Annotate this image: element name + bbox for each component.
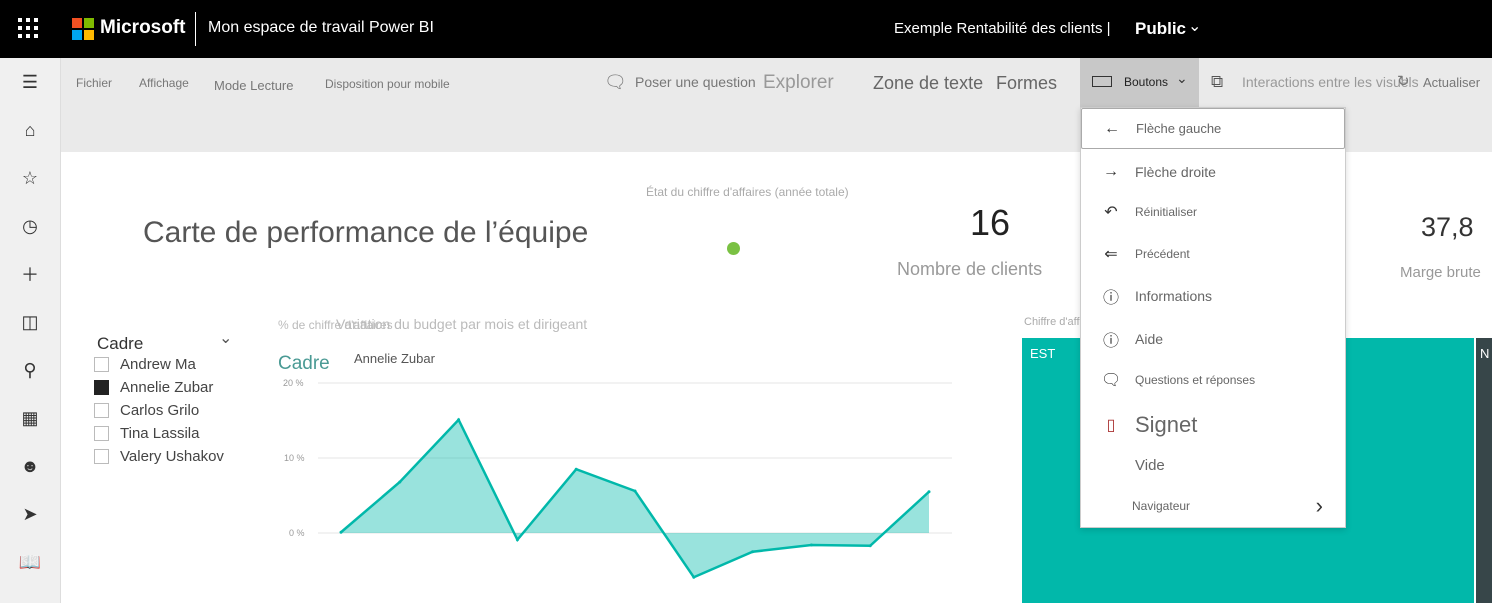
data-point[interactable]	[574, 467, 578, 471]
menu-item-label: Flèche droite	[1135, 164, 1216, 180]
menu-item-label: Précédent	[1135, 247, 1190, 261]
menu-item-back[interactable]: ⇐ Précédent	[1081, 234, 1345, 274]
data-point[interactable]	[339, 530, 343, 534]
data-point[interactable]	[398, 480, 402, 484]
menu-item-reset[interactable]: ↶ Réinitialiser	[1081, 192, 1345, 232]
data-point[interactable]	[927, 490, 931, 494]
data-point[interactable]	[868, 544, 872, 548]
qna-icon: 🗨	[1101, 372, 1122, 389]
data-point[interactable]	[515, 538, 519, 542]
back-icon: ⇐	[1104, 246, 1118, 263]
menu-item-right-arrow[interactable]: → Flèche droite	[1081, 152, 1345, 192]
help-icon: ⓘ	[1102, 333, 1119, 350]
menu-item-label: Navigateur	[1132, 499, 1191, 513]
menu-item-label: Aide	[1135, 331, 1164, 347]
menu-item-left-arrow[interactable]: ← Flèche gauche	[1081, 108, 1345, 149]
menu-item-label: Vide	[1135, 456, 1165, 474]
chevron-right-icon: ›	[1315, 493, 1323, 518]
menu-item-label: Questions et réponses	[1135, 373, 1256, 387]
data-point[interactable]	[809, 543, 813, 547]
menu-item-info[interactable]: ⓘ Informations	[1081, 276, 1345, 316]
menu-item-navigator[interactable]: Navigateur ›	[1081, 486, 1345, 526]
menu-item-bookmark[interactable]: ▯ Signet	[1081, 404, 1345, 446]
data-point[interactable]	[633, 489, 637, 493]
menu-item-label: Réinitialiser	[1135, 205, 1198, 219]
menu-item-label: Informations	[1135, 288, 1213, 304]
buttons-dropdown-menu: ← Flèche gauche → Flèche droite ↶ Réinitial…	[1080, 107, 1346, 528]
menu-item-blank[interactable]: Vide	[1081, 446, 1345, 484]
data-point[interactable]	[751, 550, 755, 554]
reset-icon: ↶	[1104, 204, 1118, 221]
menu-item-label: Signet	[1135, 412, 1198, 437]
arrow-right-icon: →	[1103, 163, 1119, 180]
menu-item-help[interactable]: ⓘ Aide	[1081, 319, 1345, 359]
menu-item-qna[interactable]: 🗨 Questions et réponses	[1081, 360, 1345, 400]
data-point[interactable]	[457, 418, 461, 422]
bookmark-icon: ▯	[1106, 417, 1116, 434]
arrow-left-icon: ←	[1104, 119, 1120, 137]
menu-item-label: Flèche gauche	[1136, 121, 1222, 136]
area-fill	[341, 419, 929, 578]
data-point[interactable]	[692, 575, 696, 579]
info-icon: ⓘ	[1102, 290, 1119, 307]
